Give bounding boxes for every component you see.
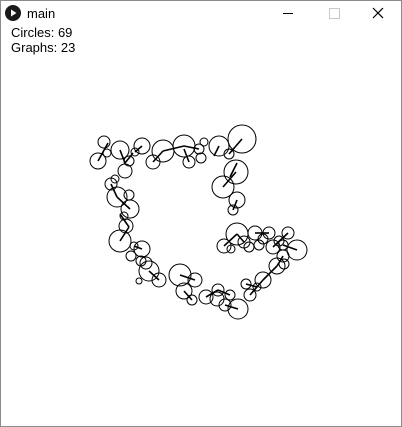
- play-icon: [5, 5, 21, 21]
- sketch-canvas: [89, 124, 308, 320]
- graph-edge: [245, 283, 258, 288]
- graph-edge: [183, 148, 190, 163]
- graph-edge: [119, 226, 130, 242]
- window-title: main: [27, 6, 56, 21]
- circle-node: [199, 137, 209, 147]
- graphs-count: Graphs: 23: [11, 40, 76, 55]
- stats-overlay: Circles: 69 Graphs: 23: [11, 25, 75, 55]
- close-icon: [372, 7, 384, 19]
- circle-node: [135, 277, 143, 285]
- minimize-icon: [283, 13, 293, 14]
- graph-edge: [110, 183, 118, 198]
- title-bar[interactable]: main: [1, 1, 401, 25]
- circle-node: [97, 135, 111, 149]
- graph-edge: [262, 265, 278, 281]
- circle-node: [209, 291, 225, 307]
- circle-node: [278, 258, 290, 270]
- close-button[interactable]: [355, 1, 401, 25]
- circle-node: [102, 148, 112, 158]
- graph-edge: [179, 274, 196, 281]
- maximize-button[interactable]: [311, 1, 357, 25]
- circle-node: [117, 163, 133, 179]
- circle-node: [243, 241, 255, 253]
- app-window: main Circles: 69 Graphs: 23: [0, 0, 402, 427]
- graph-edge: [224, 304, 239, 310]
- minimize-button[interactable]: [265, 1, 311, 25]
- graph-edge: [183, 145, 200, 150]
- circle-node: [195, 152, 207, 164]
- circle-node: [123, 189, 135, 201]
- circles-count: Circles: 69: [11, 25, 73, 40]
- maximize-icon: [329, 8, 340, 19]
